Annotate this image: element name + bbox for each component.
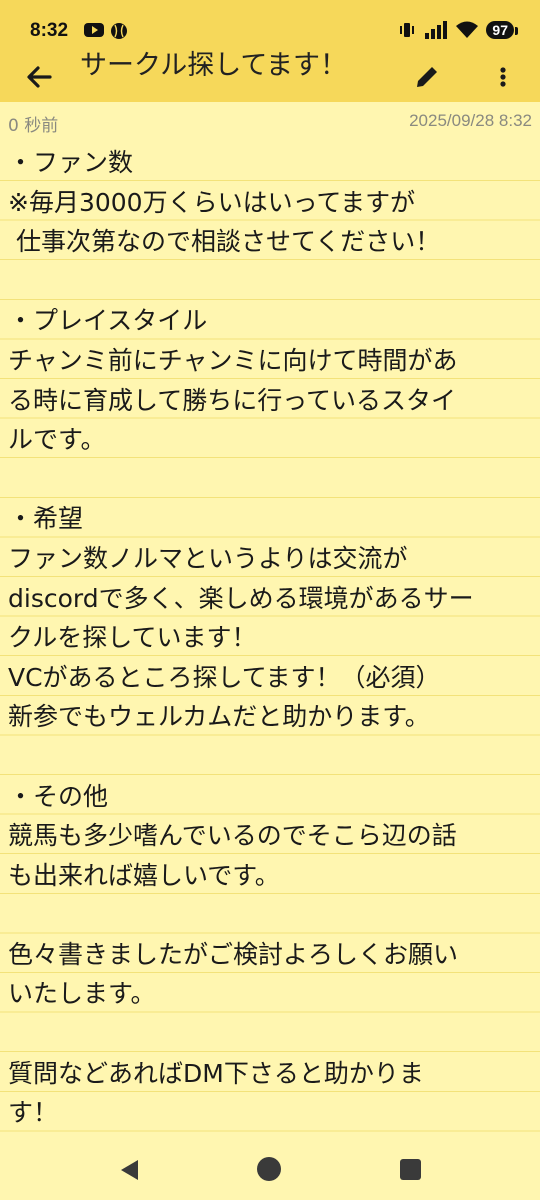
note-line: クルを探しています！ xyxy=(8,623,257,653)
note-line: も出来れば嬉しいです。 xyxy=(8,860,280,890)
note-line: チャンミ前にチャンミに向けて時間があ xyxy=(8,345,458,375)
note-title[interactable]: サークル探してます！ xyxy=(80,50,347,86)
note-line: ・ファン数 xyxy=(8,148,134,177)
note-line xyxy=(8,895,532,935)
signal-icon xyxy=(425,21,448,39)
note-meta-row: 0 秒前 2025/09/28 8:32 xyxy=(0,104,540,138)
note-line: 仕事次第なので相談させてください！ xyxy=(8,227,441,257)
baseball-icon xyxy=(111,23,127,39)
youtube-icon xyxy=(84,23,104,37)
nav-home-icon[interactable] xyxy=(257,1157,281,1181)
more-vert-icon[interactable] xyxy=(490,62,516,92)
note-line: VCがあるところ探してます！（必須） xyxy=(8,662,441,692)
status-bar: 8:32 97 xyxy=(0,0,540,50)
status-time: 8:32 xyxy=(30,20,69,41)
note-line: 競馬も多少嗜んでいるのでそこら辺の話 xyxy=(8,821,457,851)
note-line: ・希望 xyxy=(8,504,84,534)
note-line: ファン数ノルマというよりは交流が xyxy=(8,543,408,573)
note-line xyxy=(8,262,532,302)
note-line: ・プレイスタイル xyxy=(8,306,208,336)
note-line: ・その他 xyxy=(8,781,109,811)
nav-back-icon[interactable] xyxy=(118,1158,142,1182)
note-line: ルです。 xyxy=(8,425,106,455)
note-line: ※毎月3000万くらいはいってますが xyxy=(8,187,416,217)
note-line: 新参でもウェルカムだと助かります。 xyxy=(8,702,430,732)
status-notification-icons xyxy=(84,22,128,40)
vibrate-icon xyxy=(400,23,415,37)
pencil-icon[interactable] xyxy=(412,62,442,92)
note-line xyxy=(8,460,532,500)
back-arrow-icon[interactable] xyxy=(22,60,56,94)
note-line xyxy=(8,1014,532,1054)
note-body[interactable]: ・ファン数 ※毎月3000万くらいはいってますが 仕事次第なので相談させてください… xyxy=(0,143,540,1140)
nav-recents-icon[interactable] xyxy=(400,1159,421,1180)
status-system-icons: 97 xyxy=(398,21,518,39)
note-line: いたします。 xyxy=(8,979,156,1009)
note-line: discordで多く、楽しめる環境があるサー xyxy=(8,583,474,613)
relative-time: 0 秒前 xyxy=(8,116,59,136)
note-line: 質問などあればDM下さると助かりま xyxy=(8,1058,424,1088)
app-bar: サークル探してます！ xyxy=(0,50,540,102)
wifi-icon xyxy=(456,21,479,38)
note-line: 色々書きましたがご検討よろしくお願い xyxy=(8,939,459,969)
battery-indicator: 97 xyxy=(486,21,518,39)
note-line: る時に育成して勝ちに行っているスタイ xyxy=(8,385,457,415)
system-nav-bar xyxy=(0,1140,540,1200)
note-line xyxy=(8,737,532,777)
note-line: す！ xyxy=(8,1098,59,1128)
note-timestamp: 2025/09/28 8:32 xyxy=(409,111,532,130)
